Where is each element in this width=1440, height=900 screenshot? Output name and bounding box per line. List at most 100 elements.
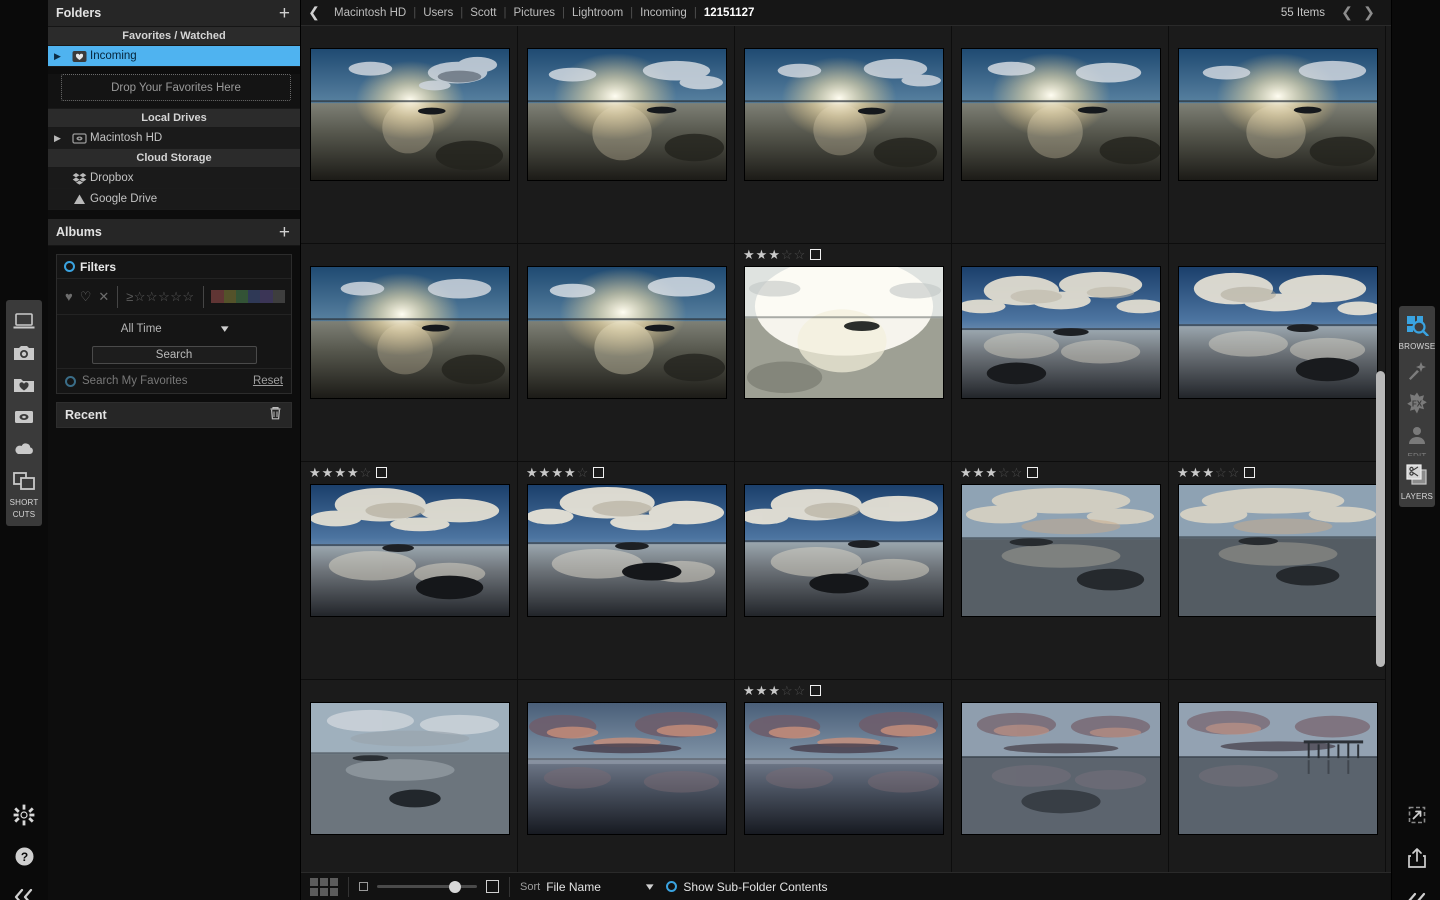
large-thumbnail-icon[interactable] xyxy=(486,880,499,893)
help-icon[interactable]: ? xyxy=(9,841,39,871)
star-filled-icon[interactable]: ★ xyxy=(768,248,780,261)
breadcrumb-item-current[interactable]: 12151127 xyxy=(697,7,762,19)
star-empty-icon[interactable]: ☆ xyxy=(781,248,793,261)
photo-thumbnail[interactable] xyxy=(961,48,1161,181)
thumbnail-cell[interactable] xyxy=(952,26,1169,244)
photo-thumbnail[interactable] xyxy=(744,484,944,617)
unliked-heart-icon[interactable]: ♡ xyxy=(80,289,92,305)
star-filled-icon[interactable]: ★ xyxy=(564,466,576,479)
star-empty-icon[interactable]: ☆ xyxy=(998,466,1010,479)
computer-icon[interactable] xyxy=(9,306,39,336)
star-empty-icon[interactable]: ☆ xyxy=(360,466,372,479)
rejected-x-icon[interactable]: ✕ xyxy=(98,289,109,305)
sort-value[interactable]: File Name xyxy=(546,880,601,894)
select-checkbox[interactable] xyxy=(1244,467,1256,478)
breadcrumb-item[interactable]: Incoming xyxy=(633,7,694,19)
star-filled-icon[interactable]: ★ xyxy=(960,466,972,479)
filters-toggle-icon[interactable] xyxy=(64,261,75,272)
photo-thumbnail[interactable] xyxy=(310,48,510,181)
add-folder-button[interactable]: + xyxy=(279,4,290,23)
thumbnail-cell[interactable]: ★ ★ ★ ☆ ☆ xyxy=(735,680,952,872)
photo-thumbnail[interactable] xyxy=(744,702,944,835)
rating-overlay[interactable]: ★ ★ ★ ★ ☆ xyxy=(309,465,388,480)
star-rating-filter[interactable]: ≥ ☆☆☆☆☆ xyxy=(126,289,194,305)
recent-panel-header[interactable]: Recent xyxy=(56,402,292,428)
like-filter-group[interactable]: ♥ ♡ ✕ xyxy=(65,289,109,305)
favorites-dropzone[interactable]: Drop Your Favorites Here xyxy=(61,74,291,101)
shortcuts-icon[interactable] xyxy=(9,466,39,496)
thumbnail-cell[interactable] xyxy=(301,26,518,244)
show-subfolder-toggle[interactable]: Show Sub-Folder Contents xyxy=(666,880,827,894)
browse-icon[interactable] xyxy=(1402,310,1432,340)
breadcrumb-item[interactable]: Lightroom xyxy=(565,7,630,19)
rating-overlay[interactable]: ★ ★ ★ ☆ ☆ xyxy=(743,247,822,262)
photo-thumbnail[interactable] xyxy=(744,266,944,399)
thumbnail-cell[interactable] xyxy=(518,26,735,244)
breadcrumb-item[interactable]: Pictures xyxy=(506,7,562,19)
photo-thumbnail[interactable] xyxy=(1178,702,1378,835)
thumbnail-cell[interactable] xyxy=(952,244,1169,462)
star-filled-icon[interactable]: ★ xyxy=(334,466,346,479)
thumbnail-cell[interactable]: ★ ★ ★ ☆ ☆ xyxy=(1169,462,1386,680)
folders-panel-header[interactable]: Folders + xyxy=(48,0,300,27)
search-favorites-toggle[interactable]: Search My Favorites xyxy=(65,375,187,387)
star-filled-icon[interactable]: ★ xyxy=(539,466,551,479)
edit-module[interactable]: FX EDIT xyxy=(1399,352,1435,467)
disclosure-triangle-icon[interactable]: ▶ xyxy=(54,133,68,144)
collapse-left-icon[interactable] xyxy=(9,882,39,900)
thumbnail-cell[interactable] xyxy=(735,462,952,680)
thumbnail-cell[interactable] xyxy=(301,680,518,872)
slider-knob[interactable] xyxy=(449,880,461,893)
thumbnail-cell[interactable]: ★ ★ ★ ☆ ☆ xyxy=(735,244,952,462)
star-filled-icon[interactable]: ★ xyxy=(1202,466,1214,479)
thumbnail-cell[interactable]: ★ ★ ★ ★ ☆ xyxy=(518,462,735,680)
thumbnail-cell[interactable] xyxy=(301,244,518,462)
layers-icon[interactable] xyxy=(1402,460,1432,490)
photo-thumbnail[interactable] xyxy=(961,702,1161,835)
photo-thumbnail[interactable] xyxy=(1178,266,1378,399)
sidebar-item-google-drive[interactable]: Google Drive xyxy=(48,189,300,210)
sidebar-item-dropbox[interactable]: Dropbox xyxy=(48,168,300,189)
thumbnail-grid[interactable]: ★ ★ ★ ☆ ☆ ★ ★ ★ ★ ☆ ★ ★ ★ ★ ☆ ★ ★ ★ ☆ ☆ … xyxy=(301,26,1391,872)
photo-thumbnail[interactable] xyxy=(527,702,727,835)
sidebar-item-incoming[interactable]: ▶ Incoming xyxy=(48,46,300,67)
collapse-right-icon[interactable] xyxy=(1402,886,1432,900)
star-filled-icon[interactable]: ★ xyxy=(985,466,997,479)
camera-icon[interactable] xyxy=(9,338,39,368)
star-filled-icon[interactable]: ★ xyxy=(526,466,538,479)
breadcrumb-item[interactable]: Users xyxy=(416,7,460,19)
liked-heart-icon[interactable]: ♥ xyxy=(65,289,73,304)
thumbnail-cell[interactable] xyxy=(952,680,1169,872)
star-empty-icon[interactable]: ☆ xyxy=(1011,466,1023,479)
star-empty-icon[interactable]: ☆ xyxy=(1215,466,1227,479)
select-checkbox[interactable] xyxy=(810,249,822,260)
select-checkbox[interactable] xyxy=(376,467,388,478)
rating-overlay[interactable]: ★ ★ ★ ★ ☆ xyxy=(526,465,605,480)
thumbnail-cell[interactable] xyxy=(735,26,952,244)
color-label-filter[interactable] xyxy=(211,290,285,303)
select-checkbox[interactable] xyxy=(1027,467,1039,478)
rating-overlay[interactable]: ★ ★ ★ ☆ ☆ xyxy=(743,683,822,698)
photo-thumbnail[interactable] xyxy=(527,266,727,399)
photo-thumbnail[interactable] xyxy=(310,702,510,835)
star-filled-icon[interactable]: ★ xyxy=(309,466,321,479)
share-icon[interactable] xyxy=(1402,843,1432,873)
breadcrumb-item[interactable]: Macintosh HD xyxy=(327,7,413,19)
thumbnail-cell[interactable] xyxy=(518,680,735,872)
breadcrumb-item[interactable]: Scott xyxy=(463,7,503,19)
grid-scrollbar[interactable] xyxy=(1376,371,1385,667)
star-filled-icon[interactable]: ★ xyxy=(756,684,768,697)
star-empty-icon[interactable]: ☆ xyxy=(781,684,793,697)
select-checkbox[interactable] xyxy=(810,685,822,696)
thumbnail-size-slider[interactable] xyxy=(377,880,477,893)
search-favorites-toggle-icon[interactable] xyxy=(65,375,76,387)
trash-icon[interactable] xyxy=(269,406,282,425)
settings-gear-icon[interactable] xyxy=(9,800,39,830)
star-filled-icon[interactable]: ★ xyxy=(1190,466,1202,479)
thumbnail-cell[interactable] xyxy=(1169,26,1386,244)
star-filled-icon[interactable]: ★ xyxy=(743,248,755,261)
sidebar-item-macintosh-hd[interactable]: ▶ Macintosh HD xyxy=(48,128,300,149)
chevron-down-icon[interactable]: ▾ xyxy=(221,322,229,335)
star-filled-icon[interactable]: ★ xyxy=(1177,466,1189,479)
photo-thumbnail[interactable] xyxy=(1178,48,1378,181)
